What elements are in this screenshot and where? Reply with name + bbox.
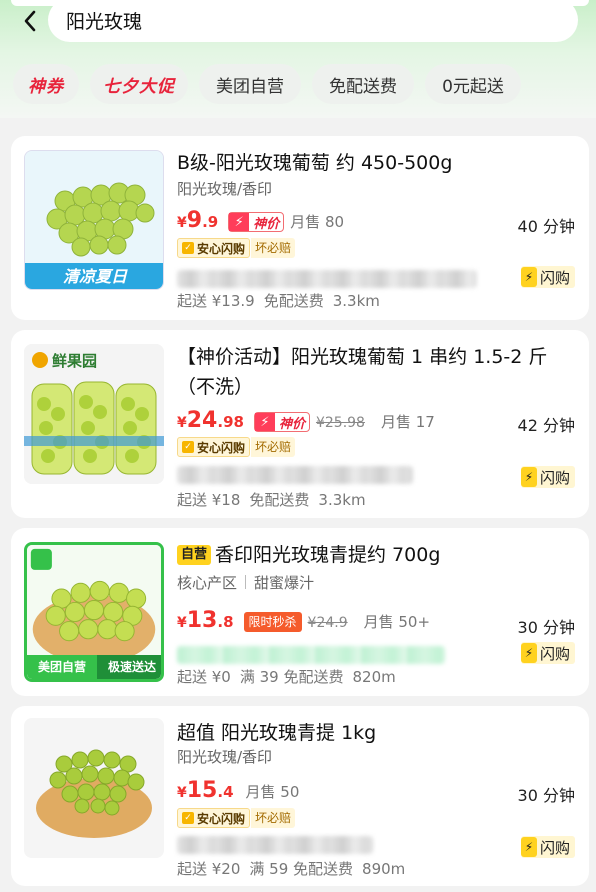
delivery-eta: 30 分钟	[517, 786, 575, 805]
god-price-badge: ⚡ 神价	[228, 212, 285, 232]
price-row: ¥ 24 .98 ⚡ 神价 ¥25.98 月售 17	[177, 408, 435, 436]
product-image: 美团自营 极速送达	[24, 542, 164, 682]
original-price: ¥25.98	[315, 415, 365, 431]
guarantee-badges: ✓ 安心闪购 坏必赔	[177, 238, 296, 258]
compensation-badge: 坏必赔	[251, 238, 296, 258]
thumb-self-label: 美团自营	[27, 655, 97, 679]
product-title: 超值 阳光玫瑰青提 1kg	[177, 722, 377, 744]
search-input[interactable]: 阳光玫瑰	[48, 0, 578, 42]
top-header: 阳光玫瑰 神券 七夕大促 美团自营 免配送费 0元起送	[0, 0, 596, 118]
divider	[245, 575, 247, 589]
flash-buy-badge: ⚡ 闪购	[520, 466, 575, 488]
check-icon: ✓	[182, 441, 194, 453]
product-subtitle: 阳光玫瑰/香印	[177, 180, 273, 198]
price-decimal: .8	[217, 613, 234, 631]
product-subtitle: 核心产区 甜蜜爆汁	[177, 574, 315, 592]
grape-plate-illustration	[24, 718, 164, 858]
product-card[interactable]: 美团自营 极速送达 自营 香印阳光玫瑰青提约 700g 核心产区 甜蜜爆汁 ¥ 13…	[11, 528, 589, 696]
check-icon: ✓	[182, 812, 194, 824]
bolt-icon: ⚡	[254, 413, 275, 431]
product-title: B级-阳光玫瑰葡萄 约 450-500g	[177, 152, 453, 174]
delivery-info: 起送 ¥13.9 免配送费 3.3km	[177, 292, 380, 310]
price-row: ¥ 15 .4 月售 50	[177, 778, 299, 806]
price-row: ¥ 9 .9 ⚡ 神价 月售 80	[177, 208, 344, 236]
monthly-sales: 月售 17	[380, 413, 435, 431]
chip-qixi-promo[interactable]: 七夕大促	[90, 64, 188, 104]
delivery-info: 起送 ¥0 满 39 免配送费 820m	[177, 668, 396, 686]
blurred-info	[177, 466, 413, 484]
product-card[interactable]: 超值 阳光玫瑰青提 1kg 阳光玫瑰/香印 ¥ 15 .4 月售 50 ✓ 安心闪…	[11, 706, 589, 886]
thumb-fast-label: 极速送达	[97, 655, 161, 679]
guarantee-badges: ✓ 安心闪购 坏必赔	[177, 437, 296, 457]
delivery-info: 起送 ¥18 免配送费 3.3km	[177, 491, 366, 509]
chevron-left-icon	[24, 10, 36, 32]
price-row: ¥ 13 .8 限时秒杀 ¥24.9 月售 50+	[177, 608, 430, 636]
flash-icon: ⚡	[520, 267, 537, 287]
price-currency: ¥	[177, 785, 187, 801]
check-icon: ✓	[182, 242, 194, 254]
price-decimal: .9	[202, 213, 219, 231]
product-title: 香印阳光玫瑰青提约 700g	[215, 544, 441, 566]
price-integer: 9	[186, 208, 203, 233]
guarantee-badges: ✓ 安心闪购 坏必赔	[177, 808, 296, 828]
flash-icon: ⚡	[520, 837, 537, 857]
chip-meituan-self[interactable]: 美团自营	[199, 64, 301, 104]
monthly-sales: 月售 50+	[363, 613, 431, 631]
delivery-eta: 30 分钟	[517, 618, 575, 637]
self-operated-tag: 自营	[177, 545, 212, 565]
thumb-brand: 鲜果园	[52, 352, 98, 370]
back-button[interactable]	[14, 6, 46, 36]
price-integer: 13	[186, 608, 218, 633]
compensation-badge: 坏必赔	[251, 808, 296, 828]
price-integer: 15	[186, 778, 218, 803]
price-integer: 24	[186, 408, 218, 433]
price-currency: ¥	[177, 215, 187, 231]
anxin-badge: ✓ 安心闪购	[177, 437, 251, 457]
flash-sale-badge: 限时秒杀	[243, 612, 302, 632]
product-image: 鲜果园	[24, 344, 164, 484]
god-price-badge: ⚡ 神价	[253, 412, 310, 432]
original-price: ¥24.9	[307, 615, 348, 631]
flash-icon: ⚡	[520, 643, 537, 663]
monthly-sales: 月售 80	[290, 213, 345, 231]
price-currency: ¥	[177, 615, 187, 631]
product-title: 【神价活动】阳光玫瑰葡萄 1 串约 1.5-2 斤（不洗）	[177, 346, 548, 398]
flash-buy-badge: ⚡ 闪购	[520, 266, 575, 288]
filter-chips: 神券 七夕大促 美团自营 免配送费 0元起送	[13, 64, 532, 104]
delivery-eta: 40 分钟	[517, 217, 575, 236]
product-card[interactable]: 清凉夏日 B级-阳光玫瑰葡萄 约 450-500g 阳光玫瑰/香印 ¥ 9 .9…	[11, 136, 589, 320]
product-image: 清凉夏日	[24, 150, 164, 290]
product-image	[24, 718, 164, 858]
blurred-info	[177, 836, 373, 854]
blurred-info	[177, 270, 477, 288]
price-currency: ¥	[177, 415, 187, 431]
delivery-eta: 42 分钟	[517, 416, 575, 435]
prev-card-edge	[11, 0, 589, 6]
flash-icon: ⚡	[520, 467, 537, 487]
flash-buy-badge: ⚡ 闪购	[520, 642, 575, 664]
anxin-badge: ✓ 安心闪购	[177, 238, 251, 258]
flash-buy-badge: ⚡ 闪购	[520, 836, 575, 858]
monthly-sales: 月售 50	[245, 783, 300, 801]
search-query: 阳光玫瑰	[66, 10, 143, 33]
chip-coupon[interactable]: 神券	[13, 64, 79, 104]
product-subtitle: 阳光玫瑰/香印	[177, 748, 273, 766]
product-title-row: 自营 香印阳光玫瑰青提约 700g	[177, 540, 577, 570]
chip-zero-min[interactable]: 0元起送	[425, 64, 521, 104]
price-decimal: .98	[217, 413, 244, 431]
bolt-icon: ⚡	[229, 213, 250, 231]
compensation-badge: 坏必赔	[251, 437, 296, 457]
delivery-info: 起送 ¥20 满 59 免配送费 890m	[177, 860, 406, 878]
blurred-info	[177, 646, 445, 664]
product-card[interactable]: 鲜果园 【神价活动】阳光玫瑰葡萄 1 串约 1.5-2 斤（不洗） ¥ 24 .…	[11, 330, 589, 518]
anxin-badge: ✓ 安心闪购	[177, 808, 251, 828]
chip-free-delivery[interactable]: 免配送费	[312, 64, 414, 104]
thumb-caption: 清凉夏日	[62, 267, 127, 286]
price-decimal: .4	[217, 783, 234, 801]
